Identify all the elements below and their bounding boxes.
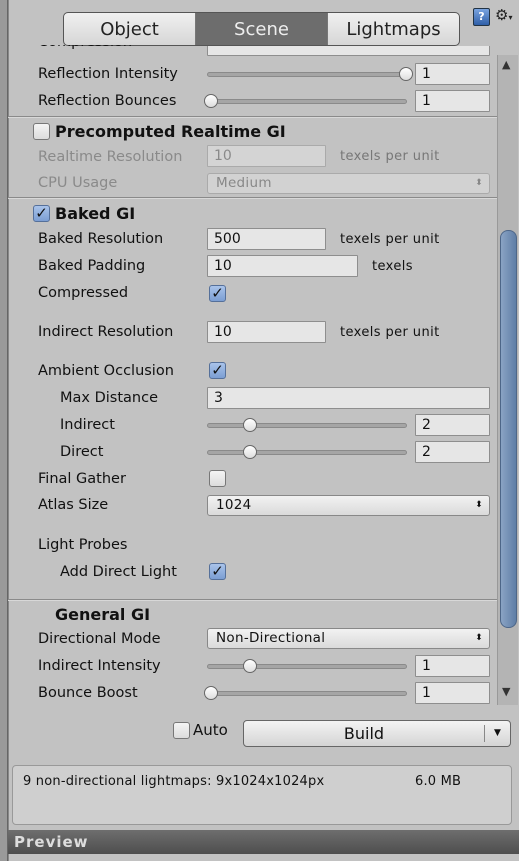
slider-thumb[interactable] [204, 94, 218, 108]
directional-mode-value: Non-Directional [216, 630, 326, 646]
final-gather-label: Final Gather [38, 471, 126, 487]
ao-indirect-slider[interactable] [207, 418, 407, 432]
auto-label: Auto [193, 721, 228, 739]
indirect-intensity-slider[interactable] [207, 659, 407, 673]
gear-menu-icon[interactable]: ⚙▾ [495, 6, 512, 24]
lightmap-info-box: 9 non-directional lightmaps: 9x1024x1024… [12, 765, 512, 825]
baked-padding-unit: texels [372, 259, 413, 274]
reflection-bounces-slider[interactable] [204, 94, 407, 108]
ao-direct-slider[interactable] [207, 445, 407, 459]
realtime-resolution-unit: texels per unit [340, 149, 440, 164]
ao-direct-field[interactable]: 2 [415, 441, 490, 463]
reflection-bounces-field[interactable]: 1 [415, 90, 490, 112]
bounce-boost-label: Bounce Boost [38, 685, 138, 701]
scroll-up-icon[interactable]: ▲ [502, 58, 510, 71]
ao-direct-label: Direct [60, 444, 104, 460]
baked-padding-label: Baked Padding [38, 258, 146, 274]
updown-arrow-icon: ⬍ [475, 178, 483, 188]
section-divider [8, 116, 497, 118]
left-edge [0, 0, 8, 861]
section-divider [8, 197, 497, 199]
cpu-usage-value: Medium [216, 175, 272, 191]
build-label: Build [343, 724, 385, 743]
updown-arrow-icon: ⬍ [475, 500, 483, 510]
baked-resolution-unit: texels per unit [340, 232, 440, 247]
reflection-intensity-slider[interactable] [207, 67, 413, 81]
atlas-size-value: 1024 [216, 497, 252, 513]
cpu-usage-dropdown[interactable]: Medium ⬍ [207, 173, 490, 194]
compressed-checkbox[interactable]: ✓ [209, 285, 226, 302]
ao-indirect-label: Indirect [60, 417, 115, 433]
build-dropdown-icon[interactable]: ▼ [484, 725, 510, 742]
help-icon[interactable]: ? [473, 8, 490, 26]
vertical-scrollbar[interactable]: ▲ ▼ [497, 55, 518, 705]
realtime-resolution-field[interactable]: 10 [207, 145, 326, 167]
reflection-bounces-label: Reflection Bounces [38, 93, 177, 109]
add-direct-light-checkbox[interactable]: ✓ [209, 563, 226, 580]
atlas-size-dropdown[interactable]: 1024 ⬍ [207, 495, 490, 516]
tab-object[interactable]: Object [64, 13, 196, 45]
ambient-occlusion-checkbox[interactable]: ✓ [209, 362, 226, 379]
indirect-resolution-field[interactable]: 10 [207, 321, 326, 343]
scrollbar-thumb[interactable] [500, 230, 517, 628]
max-distance-field[interactable]: 3 [207, 387, 490, 409]
lightmap-info-size: 6.0 MB [415, 774, 462, 789]
slider-thumb[interactable] [399, 67, 413, 81]
ambient-occlusion-label: Ambient Occlusion [38, 363, 174, 379]
slider-thumb[interactable] [243, 659, 257, 673]
preview-header[interactable]: Preview [8, 830, 519, 854]
max-distance-label: Max Distance [60, 390, 158, 406]
bounce-boost-field[interactable]: 1 [415, 682, 490, 704]
directional-mode-label: Directional Mode [38, 631, 161, 647]
tab-scene[interactable]: Scene [196, 13, 328, 45]
ao-indirect-field[interactable]: 2 [415, 414, 490, 436]
compressed-label: Compressed [38, 285, 129, 301]
baked-resolution-label: Baked Resolution [38, 231, 164, 247]
realtime-resolution-label: Realtime Resolution [38, 149, 183, 165]
lightmap-info-text: 9 non-directional lightmaps: 9x1024x1024… [23, 774, 325, 789]
section-divider [8, 599, 497, 601]
tab-lightmaps[interactable]: Lightmaps [328, 13, 459, 45]
baked-gi-title: Baked GI [55, 204, 136, 223]
realtime-gi-title: Precomputed Realtime GI [55, 122, 286, 141]
baked-gi-checkbox[interactable]: ✓ [33, 205, 50, 222]
final-gather-checkbox[interactable] [209, 470, 226, 487]
indirect-intensity-label: Indirect Intensity [38, 658, 161, 674]
reflection-intensity-label: Reflection Intensity [38, 66, 178, 82]
baked-resolution-field[interactable]: 500 [207, 228, 326, 250]
mode-tabs: Object Scene Lightmaps [63, 12, 460, 46]
indirect-resolution-label: Indirect Resolution [38, 324, 174, 340]
slider-thumb[interactable] [243, 445, 257, 459]
directional-mode-dropdown[interactable]: Non-Directional ⬍ [207, 628, 490, 649]
auto-checkbox[interactable] [173, 722, 190, 739]
baked-padding-field[interactable]: 10 [207, 255, 358, 277]
cpu-usage-label: CPU Usage [38, 175, 118, 191]
updown-arrow-icon: ⬍ [475, 633, 483, 643]
add-direct-light-label: Add Direct Light [60, 564, 177, 580]
slider-thumb[interactable] [204, 686, 218, 700]
scroll-down-icon[interactable]: ▼ [502, 685, 510, 698]
slider-thumb[interactable] [243, 418, 257, 432]
realtime-gi-checkbox[interactable] [33, 123, 50, 140]
atlas-size-label: Atlas Size [38, 497, 109, 513]
build-button[interactable]: Build ▼ [243, 720, 511, 747]
indirect-resolution-unit: texels per unit [340, 325, 440, 340]
reflection-intensity-field[interactable]: 1 [415, 63, 490, 85]
indirect-intensity-field[interactable]: 1 [415, 655, 490, 677]
bounce-boost-slider[interactable] [204, 686, 407, 700]
light-probes-label: Light Probes [38, 537, 128, 553]
general-gi-title: General GI [55, 605, 151, 624]
